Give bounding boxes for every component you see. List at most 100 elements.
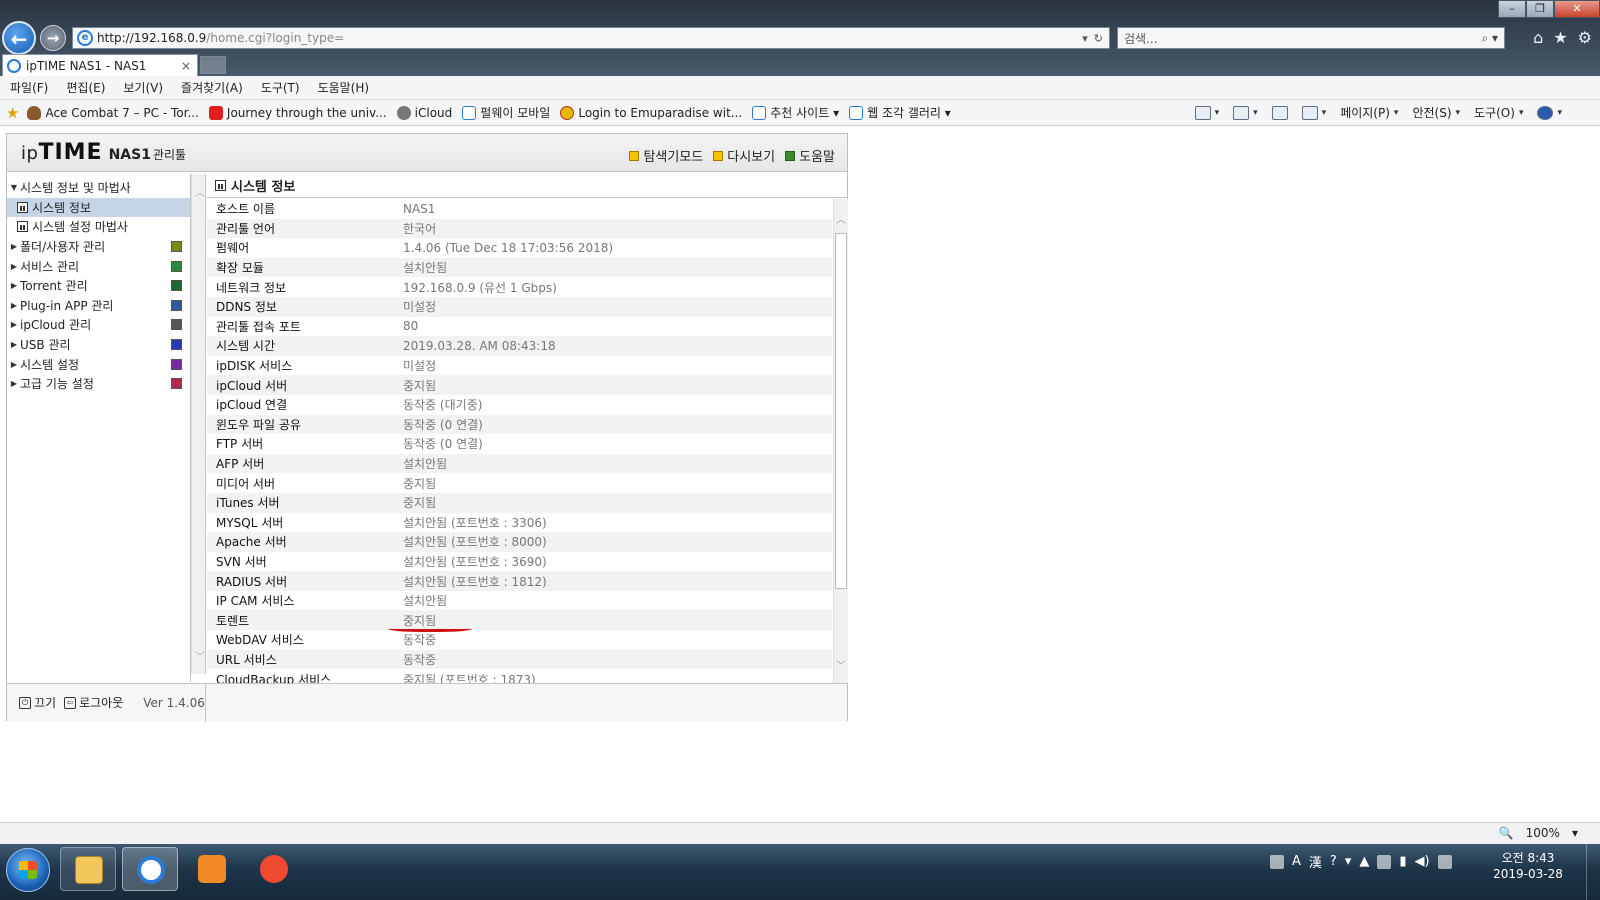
favorite-item[interactable]: 웹 조각 갤러리 ▾ [849,104,951,121]
menu-view[interactable]: 보기(V) [123,79,163,96]
favorites-star-icon[interactable]: ★ [1553,28,1567,47]
taskbar-media-player[interactable] [184,847,240,891]
sidebar-item-10[interactable]: ▶ 고급 기능 설정 [7,374,190,394]
feeds-command[interactable]: ▾ [1233,105,1258,120]
sidebar-item-7[interactable]: ▶ ipCloud 관리 [7,315,190,335]
menu-edit[interactable]: 편집(E) [66,79,105,96]
bird-icon [27,105,42,120]
zoom-control[interactable]: 🔍 100% ▾ [1499,826,1578,840]
favorite-item[interactable]: iCloud [396,105,452,120]
forward-button[interactable]: → [40,25,66,51]
expand-arrow-icon[interactable]: ▶ [8,320,20,329]
sidebar-item-8[interactable]: ▶ USB 관리 [7,335,190,355]
taskbar-internet-explorer[interactable] [122,847,178,891]
sidebar-item-9[interactable]: ▶ 시스템 설정 [7,354,190,374]
sidebar-item-label: Plug-in APP 관리 [20,298,114,313]
close-tab-icon[interactable]: × [181,59,191,73]
maximize-button[interactable]: ❐ [1526,0,1554,18]
back-button[interactable]: ← [2,21,36,55]
expand-arrow-icon[interactable]: ▶ [8,340,20,349]
volume-icon[interactable]: ◀) [1415,854,1430,869]
scroll-up-icon[interactable]: ︿ [836,211,846,226]
ime-settings-icon[interactable]: ▾ [1345,854,1352,869]
refresh-icon[interactable]: ↻ [1094,32,1103,45]
ime-a-icon[interactable]: A [1292,854,1301,869]
start-button[interactable] [6,848,50,892]
menu-tools[interactable]: 도구(T) [261,79,300,96]
gear-icon[interactable]: ⚙ [1578,28,1592,47]
search-icon[interactable]: ⌕ ▾ [1481,31,1504,46]
power-off-button[interactable]: ⏻ 끄기 [19,694,56,711]
address-dropdown-icon[interactable]: ▾ [1082,32,1088,45]
search-box[interactable]: 검색... ⌕ ▾ [1117,27,1505,49]
sidebar-item-3[interactable]: ▶ 폴더/사용자 관리 [7,237,190,257]
collapse-arrow-icon[interactable]: ▼ [8,183,20,192]
info-value: 192.168.0.9 (유선 1 Gbps) [403,280,557,295]
page-icon [462,105,477,120]
ime-hanja-icon[interactable]: 漢 [1309,852,1322,871]
sidebar-scrollbar[interactable]: ︿ ﹀ [191,174,206,674]
home-command[interactable]: ▾ [1194,105,1219,120]
scroll-down-icon[interactable]: ﹀ [836,657,846,672]
category-icon [171,299,182,311]
help-command[interactable]: ▾ [1537,105,1562,120]
new-tab-button[interactable] [200,56,226,74]
scroll-thumb[interactable] [835,233,847,589]
clock[interactable]: 오전 8:43 2019-03-28 [1488,850,1568,882]
home-icon[interactable]: ⌂ [1533,28,1543,47]
scroll-up-icon[interactable]: ︿ [195,184,205,199]
show-hidden-icons[interactable]: ▲ [1359,854,1369,869]
table-row: ipCloud 서버 중지됨 [207,375,832,395]
sidebar-item-2[interactable]: 시스템 설정 마법사 [7,217,190,237]
zoom-icon: 🔍 [1498,826,1514,840]
scroll-down-icon[interactable]: ﹀ [195,648,205,663]
expand-arrow-icon[interactable]: ▶ [8,242,20,251]
help-icon[interactable]: ? [1330,854,1337,869]
zoom-dropdown-icon[interactable]: ▾ [1572,826,1578,840]
battery-icon[interactable] [1437,854,1452,869]
page-menu[interactable]: 페이지(P) ▾ [1340,104,1398,121]
address-bar[interactable]: e http://192.168.0.9/home.cgi?login_type… [72,27,1110,49]
sidebar-item-4[interactable]: ▶ 서비스 관리 [7,256,190,276]
expand-arrow-icon[interactable]: ▶ [8,379,20,388]
close-window-button[interactable]: ✕ [1554,0,1600,18]
safety-menu[interactable]: 안전(S) ▾ [1412,104,1460,121]
favorite-item[interactable]: Ace Combat 7 – PC - Tor... [27,105,199,120]
help-link[interactable]: 도움말 [785,146,835,165]
print-command[interactable]: ▾ [1301,105,1326,120]
menu-file[interactable]: 파일(F) [10,79,48,96]
address-url[interactable]: http://192.168.0.9/home.cgi?login_type= [97,31,344,45]
shield-icon[interactable] [1270,854,1284,869]
favorite-item[interactable]: Login to Emuparadise wit... [560,105,742,120]
search-input[interactable]: 검색... [1124,30,1158,47]
tools-menu[interactable]: 도구(O) ▾ [1474,104,1523,121]
mail-command[interactable] [1271,105,1288,120]
favorite-item[interactable]: 펄웨이 모바일 [462,104,550,121]
expand-arrow-icon[interactable]: ▶ [8,262,20,271]
menu-favorites[interactable]: 즐겨찾기(A) [181,79,243,96]
favorite-item[interactable]: 추천 사이트 ▾ [752,104,839,121]
show-desktop-button[interactable] [1586,844,1600,900]
refresh-link[interactable]: 다시보기 [713,146,775,165]
sidebar-item-1[interactable]: 시스템 정보 [7,197,190,218]
sidebar-item-5[interactable]: ▶ Torrent 관리 [7,276,190,296]
sidebar-item-6[interactable]: ▶ Plug-in APP 관리 [7,296,190,316]
favorite-item[interactable]: Journey through the univ... [208,105,387,120]
favorites-bar: ★ Ace Combat 7 – PC - Tor... Journey thr… [0,100,1600,126]
sidebar-item-0[interactable]: ▼ 시스템 정보 및 마법사 [7,178,190,198]
signal-icon[interactable]: ▮ [1399,854,1406,869]
expand-arrow-icon[interactable]: ▶ [8,360,20,369]
menu-help[interactable]: 도움말(H) [318,79,370,96]
expand-arrow-icon[interactable]: ▶ [8,301,20,310]
logout-button[interactable]: ⇦ 로그아웃 [64,694,123,711]
taskbar-explorer[interactable] [60,847,116,891]
expand-arrow-icon[interactable]: ▶ [8,281,20,290]
refresh-icon [713,150,724,161]
network-icon[interactable] [1377,854,1392,869]
tab-iptime-nas1[interactable]: ipTIME NAS1 - NAS1 × [2,54,198,76]
main-scrollbar[interactable]: ︿ ﹀ [833,199,848,683]
minimize-button[interactable]: – [1498,0,1526,18]
taskbar-bear-app[interactable] [246,847,302,891]
explorer-mode-link[interactable]: 탐색기모드 [629,146,703,165]
add-favorite-star-icon[interactable]: ★ [6,104,19,122]
